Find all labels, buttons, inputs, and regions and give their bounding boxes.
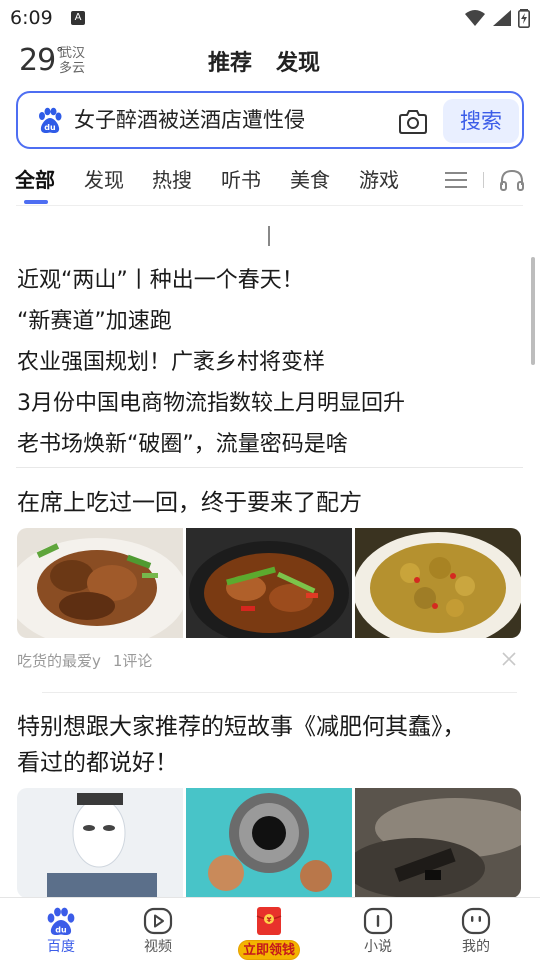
weather-temp: 29 (19, 43, 56, 78)
hot-news-item[interactable]: 老书场焕新“破圈”，流量密码是啥 (17, 427, 517, 468)
wifi-icon (465, 10, 485, 26)
red-packet-icon: ¥ (256, 907, 282, 935)
active-tab-indicator (24, 200, 48, 204)
nav-video[interactable]: 视频 (128, 906, 188, 955)
nav-label: 立即领钱 (238, 940, 300, 960)
play-icon (143, 907, 173, 935)
nav-baidu[interactable]: du 百度 (31, 906, 91, 955)
svg-text:¥: ¥ (267, 916, 272, 924)
tab-divider (483, 172, 484, 188)
status-time: 6:09 (10, 7, 53, 29)
nav-label: 小说 (364, 939, 392, 955)
tab-audiobook[interactable]: 听书 (221, 165, 261, 195)
search-box[interactable]: du 女子醉酒被送酒店遭性侵 搜索 (16, 91, 524, 149)
nav-label: 我的 (462, 939, 490, 955)
status-bar: 6:09 A (0, 0, 540, 36)
camera-icon[interactable] (398, 107, 428, 135)
weather-condition: 多云 (59, 61, 86, 76)
food-photo-2[interactable] (186, 528, 352, 638)
menu-icon[interactable] (445, 171, 467, 189)
hot-news-list: 近观“两山”丨种出一个春天！ “新赛道”加速跑 农业强国规划！广袤乡村将变样 3… (17, 263, 517, 468)
signal-icon (493, 10, 511, 26)
book-icon (363, 907, 393, 935)
divider (42, 692, 517, 693)
nav-mine[interactable]: 我的 (446, 906, 506, 955)
article-author[interactable]: 吃货的最爱y (17, 652, 101, 670)
svg-text:du: du (44, 123, 56, 132)
hot-news-item[interactable]: “新赛道”加速跑 (17, 304, 517, 345)
face-icon (461, 907, 491, 935)
search-input[interactable]: 女子醉酒被送酒店遭性侵 (74, 105, 305, 135)
article-images[interactable] (17, 788, 521, 898)
svg-text:du: du (55, 926, 67, 935)
article-title[interactable]: 在席上吃过一回，终于要来了配方 (17, 485, 517, 521)
story-photo-3[interactable] (355, 788, 521, 898)
tab-discover[interactable]: 发现 (276, 45, 320, 77)
loading-indicator (268, 226, 270, 246)
tab-separator (16, 205, 523, 206)
nav-label: 视频 (144, 939, 172, 955)
tab-food[interactable]: 美食 (290, 165, 330, 195)
dismiss-icon[interactable] (501, 651, 517, 667)
food-photo-1[interactable] (17, 528, 183, 638)
tab-games[interactable]: 游戏 (359, 165, 399, 195)
article-images[interactable] (17, 528, 521, 638)
baidu-logo-icon: du (39, 107, 62, 133)
nav-red-packet[interactable]: ¥ 立即领钱 (237, 906, 301, 960)
top-tabs: 推荐 发现 (208, 45, 320, 77)
article-title[interactable]: 特别想跟大家推荐的短故事《减肥何其蠢》，看过的都说好！ (17, 709, 487, 781)
article-comments[interactable]: 1评论 (113, 652, 153, 670)
baidu-paw-icon: du (47, 907, 75, 935)
nav-novel[interactable]: 小说 (348, 906, 408, 955)
article-meta: 吃货的最爱y 1评论 (17, 650, 152, 671)
tab-all[interactable]: 全部 (15, 165, 55, 195)
hot-news-item[interactable]: 3月份中国电商物流指数较上月明显回升 (17, 386, 517, 427)
nav-label: 百度 (47, 939, 75, 955)
tab-hot-search[interactable]: 热搜 (152, 165, 192, 195)
search-button[interactable]: 搜索 (443, 99, 519, 143)
weather-city: 武汉 (59, 46, 86, 61)
food-photo-3[interactable] (355, 528, 521, 638)
story-photo-1[interactable] (17, 788, 183, 898)
status-icons (464, 8, 530, 28)
headphone-icon[interactable] (499, 168, 525, 192)
tab-discover-cat[interactable]: 发现 (84, 165, 124, 195)
scrollbar[interactable] (531, 257, 535, 365)
battery-icon (518, 9, 530, 28)
category-tabs: 全部 发现 热搜 听书 美食 游戏 (15, 165, 525, 205)
story-photo-2[interactable] (186, 788, 352, 898)
notification-badge-icon: A (71, 11, 85, 25)
tab-recommend[interactable]: 推荐 (208, 45, 252, 77)
bottom-nav: du 百度 视频 ¥ 立即领钱 小说 我的 (0, 897, 540, 960)
hot-news-item[interactable]: 近观“两山”丨种出一个春天！ (17, 263, 517, 304)
divider (16, 467, 523, 468)
hot-news-item[interactable]: 农业强国规划！广袤乡村将变样 (17, 345, 517, 386)
